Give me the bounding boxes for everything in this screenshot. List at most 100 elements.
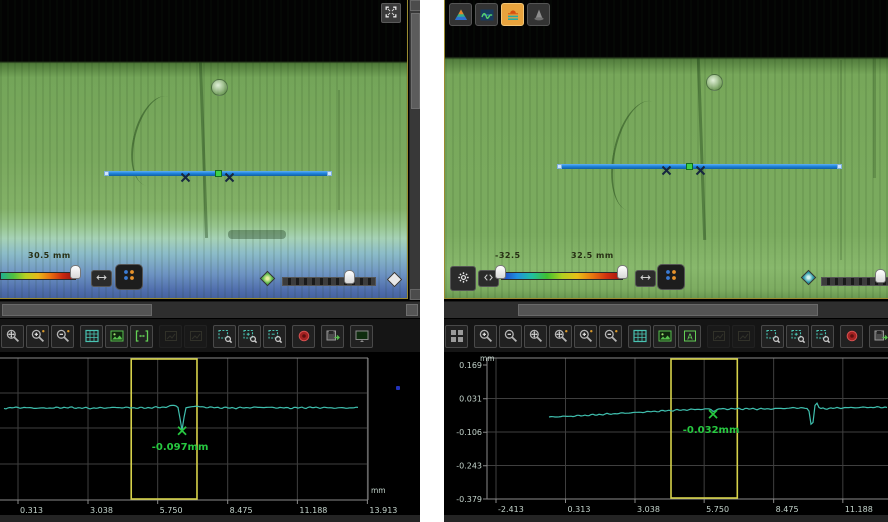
left-scan-image[interactable]: 30.5 mm <box>0 0 408 299</box>
colormap-max-handle[interactable] <box>617 265 628 279</box>
range-link-button[interactable] <box>635 270 656 287</box>
save-image-icon <box>325 328 341 344</box>
line-marker-x-icon[interactable] <box>695 161 706 172</box>
view-split-icon <box>121 267 137 287</box>
box-zoom-button[interactable] <box>761 325 784 348</box>
surface-scratch <box>338 90 340 210</box>
line-endpoint[interactable] <box>104 171 109 176</box>
surface-pit <box>211 79 228 96</box>
auto-scale-button[interactable]: A <box>678 325 701 348</box>
axis-unit-label: mm <box>480 354 495 363</box>
record-button[interactable] <box>840 325 863 348</box>
zoom-pan-button[interactable] <box>1 325 24 348</box>
box-zoom-out-icon <box>815 328 831 344</box>
zoom-in-alt-icon <box>578 328 594 344</box>
cone-button[interactable] <box>527 3 550 26</box>
frame-position-handle[interactable] <box>875 269 886 283</box>
box-zoom-in-button[interactable] <box>786 325 809 348</box>
save-image-button[interactable] <box>321 325 344 348</box>
zoom-pan-alt-button[interactable] <box>549 325 572 348</box>
colormap-gradient-bar[interactable] <box>0 272 76 280</box>
layer-lines-button[interactable] <box>501 3 524 26</box>
vertical-scroll-thumb[interactable] <box>411 13 420 109</box>
colormap-max-label: 32.5 mm <box>571 251 614 260</box>
surface-smudge <box>228 230 286 239</box>
box-zoom-button[interactable] <box>213 325 236 348</box>
expand-view-button[interactable] <box>381 3 401 23</box>
zoom-out-button[interactable] <box>499 325 522 348</box>
fit-width-button[interactable] <box>130 325 153 348</box>
svg-text:A: A <box>687 332 693 341</box>
range-link-button[interactable] <box>91 270 112 287</box>
zoom-in-alt-button[interactable] <box>574 325 597 348</box>
settings-button[interactable] <box>450 266 476 291</box>
frame-position-handle[interactable] <box>344 270 355 284</box>
zoom-in-alt-icon <box>30 328 46 344</box>
record-button[interactable] <box>292 325 315 348</box>
image-view-button[interactable] <box>653 325 676 348</box>
right-profile-chart[interactable]: -2.4130.3133.0385.7508.47511.1880.1690.0… <box>444 352 888 522</box>
save-image-button[interactable] <box>869 325 888 348</box>
left-profile-chart[interactable]: 0.3133.0385.7508.47511.18813.913mm-0.097… <box>0 352 420 522</box>
y-tick-label: 0.169 <box>459 361 482 370</box>
line-endpoint[interactable] <box>837 164 842 169</box>
colormap-handle[interactable] <box>70 265 81 279</box>
screen-capture-button[interactable] <box>350 325 373 348</box>
view-split-button[interactable] <box>115 264 143 290</box>
image-view-button[interactable] <box>105 325 128 348</box>
zoom-pan-button[interactable] <box>524 325 547 348</box>
view-split-icon <box>663 267 679 283</box>
scroll-up-button[interactable] <box>410 0 420 11</box>
left-image-panel: 30.5 mm <box>0 0 420 522</box>
horizontal-scroll-thumb[interactable] <box>2 304 152 316</box>
horizontal-scrollbar[interactable] <box>0 301 420 319</box>
save-image-icon <box>873 328 888 344</box>
profile-wave-button[interactable] <box>475 3 498 26</box>
tool-disabled-button <box>184 325 207 348</box>
expand-arrows-icon <box>384 5 398 22</box>
x-tick-label: 8.475 <box>776 505 799 514</box>
line-center-marker[interactable] <box>215 170 222 177</box>
line-endpoint[interactable] <box>557 164 562 169</box>
box-zoom-in-button[interactable] <box>238 325 261 348</box>
line-marker-x-icon[interactable] <box>224 168 235 179</box>
horizontal-scrollbar[interactable] <box>444 301 888 319</box>
right-chart-toolbar: A <box>444 318 888 353</box>
colormap-gradient-bar[interactable] <box>501 272 623 280</box>
grid-settings-icon <box>449 328 465 344</box>
measure-line[interactable] <box>105 171 331 176</box>
view-split-button[interactable] <box>657 264 685 290</box>
grid-settings-button[interactable] <box>445 325 468 348</box>
vertical-scrollbar[interactable] <box>409 0 420 300</box>
frame-position-slider[interactable] <box>282 277 376 286</box>
line-marker-x-icon[interactable] <box>180 168 191 179</box>
grid-view-button[interactable] <box>628 325 651 348</box>
box-zoom-out-button[interactable] <box>263 325 286 348</box>
right-image-panel: -32.5 32.5 mm A -2.4130.3133.0385 <box>444 0 888 522</box>
right-scan-image[interactable]: -32.5 32.5 mm <box>444 0 888 299</box>
measure-line[interactable] <box>558 164 841 169</box>
zoom-out-alt-button[interactable] <box>599 325 622 348</box>
chart-footer <box>0 515 420 522</box>
zoom-in-alt-button[interactable] <box>26 325 49 348</box>
colormap-min-handle[interactable] <box>495 265 506 279</box>
left-viewport: 30.5 mm <box>0 0 420 301</box>
line-endpoint[interactable] <box>327 171 332 176</box>
artifact-dot <box>396 386 400 390</box>
height-map-button[interactable] <box>449 3 472 26</box>
box-zoom-icon <box>217 328 233 344</box>
grid-view-button[interactable] <box>80 325 103 348</box>
line-marker-x-icon[interactable] <box>661 161 672 172</box>
box-zoom-out-button[interactable] <box>811 325 834 348</box>
layer-lines-icon <box>505 7 521 23</box>
auto-scale-icon: A <box>682 328 698 344</box>
selection-box[interactable] <box>131 359 197 499</box>
scroll-down-button[interactable] <box>410 289 420 300</box>
zoom-in-button[interactable] <box>474 325 497 348</box>
line-center-marker[interactable] <box>686 163 693 170</box>
surface-scratch <box>840 60 842 260</box>
tool-disabled-button <box>159 325 182 348</box>
horizontal-scroll-thumb[interactable] <box>518 304 818 316</box>
zoom-out-alt-button[interactable] <box>51 325 74 348</box>
tool-disabled-button <box>707 325 730 348</box>
